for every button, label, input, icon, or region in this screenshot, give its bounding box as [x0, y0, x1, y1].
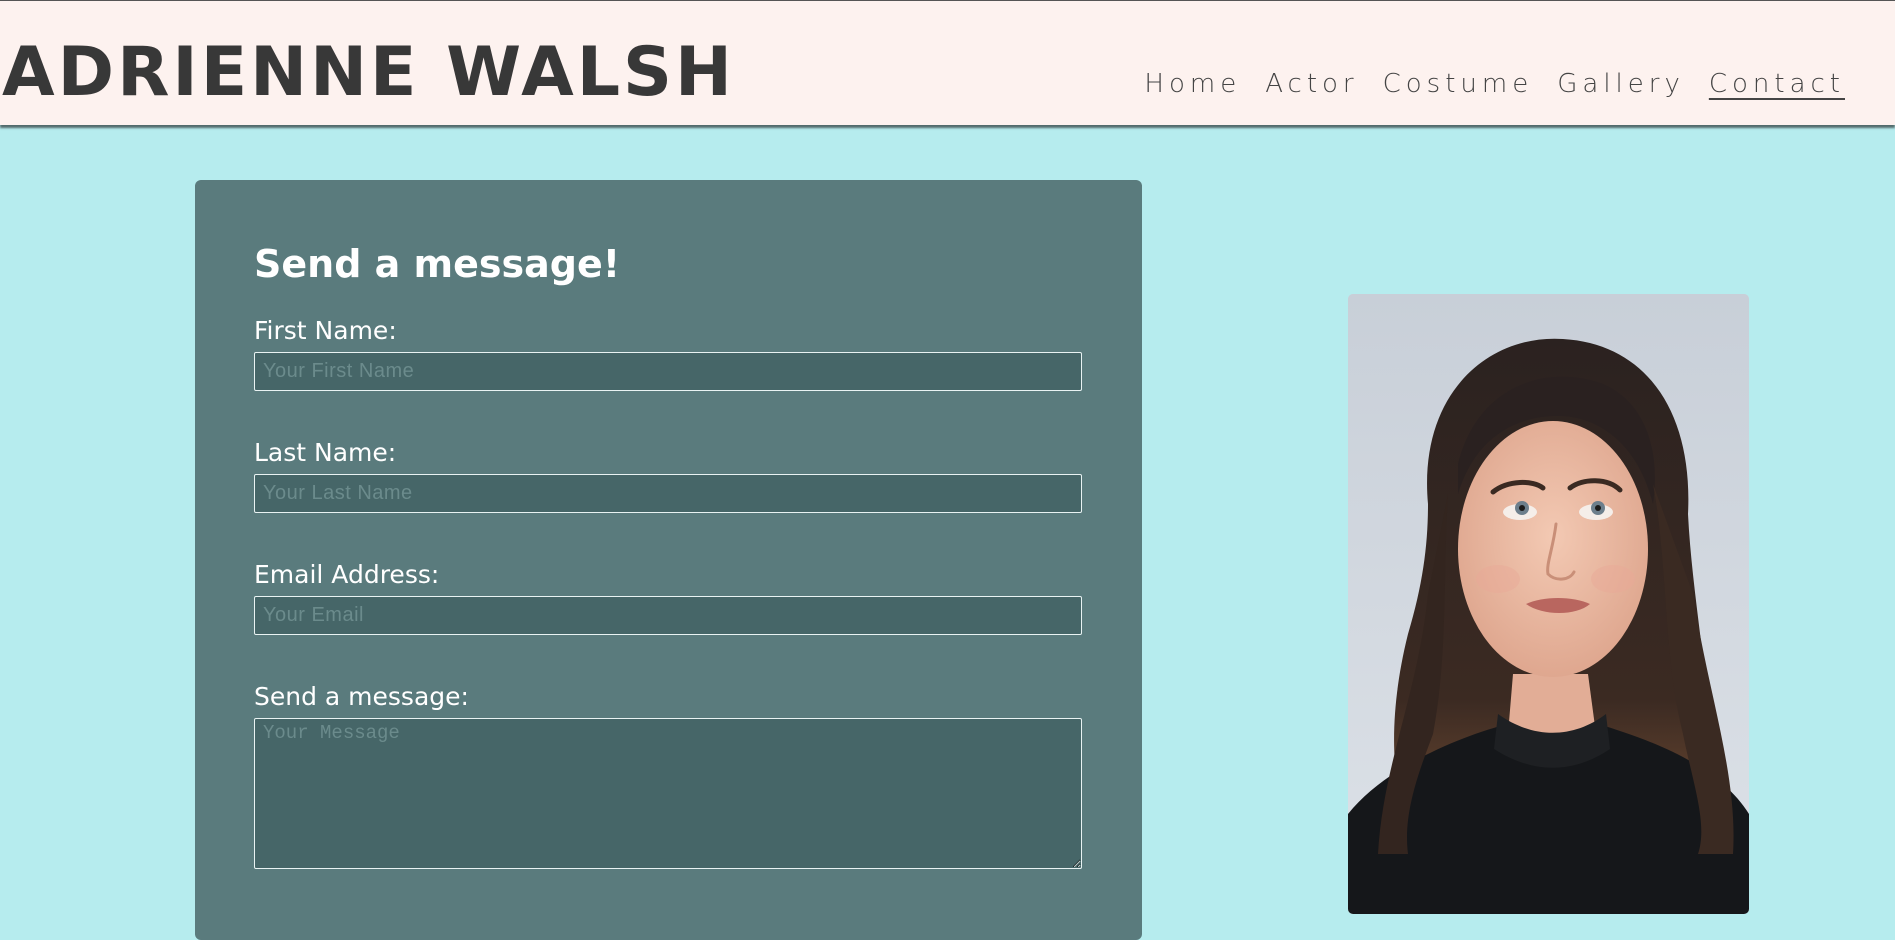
main-nav: Home Actor Costume Gallery Contact: [1144, 69, 1845, 100]
email-input[interactable]: [254, 596, 1082, 635]
nav-link-gallery[interactable]: Gallery: [1557, 69, 1685, 100]
form-heading: Send a message!: [254, 242, 621, 286]
nav-link-contact[interactable]: Contact: [1709, 69, 1845, 100]
contact-form-card: Send a message! First Name: Last Name: E…: [195, 180, 1142, 940]
site-header: ADRIENNE WALSH Home Actor Costume Galler…: [0, 0, 1895, 125]
first-name-label: First Name:: [254, 316, 397, 345]
email-label: Email Address:: [254, 560, 440, 589]
nav-link-home[interactable]: Home: [1144, 69, 1241, 100]
first-name-input[interactable]: [254, 352, 1082, 391]
last-name-input[interactable]: [254, 474, 1082, 513]
nav-link-actor[interactable]: Actor: [1265, 69, 1358, 100]
nav-link-costume[interactable]: Costume: [1383, 69, 1534, 100]
site-title: ADRIENNE WALSH: [2, 33, 735, 112]
message-textarea[interactable]: [254, 718, 1082, 869]
portrait-photo: [1348, 294, 1749, 914]
message-label: Send a message:: [254, 682, 469, 711]
last-name-label: Last Name:: [254, 438, 397, 467]
